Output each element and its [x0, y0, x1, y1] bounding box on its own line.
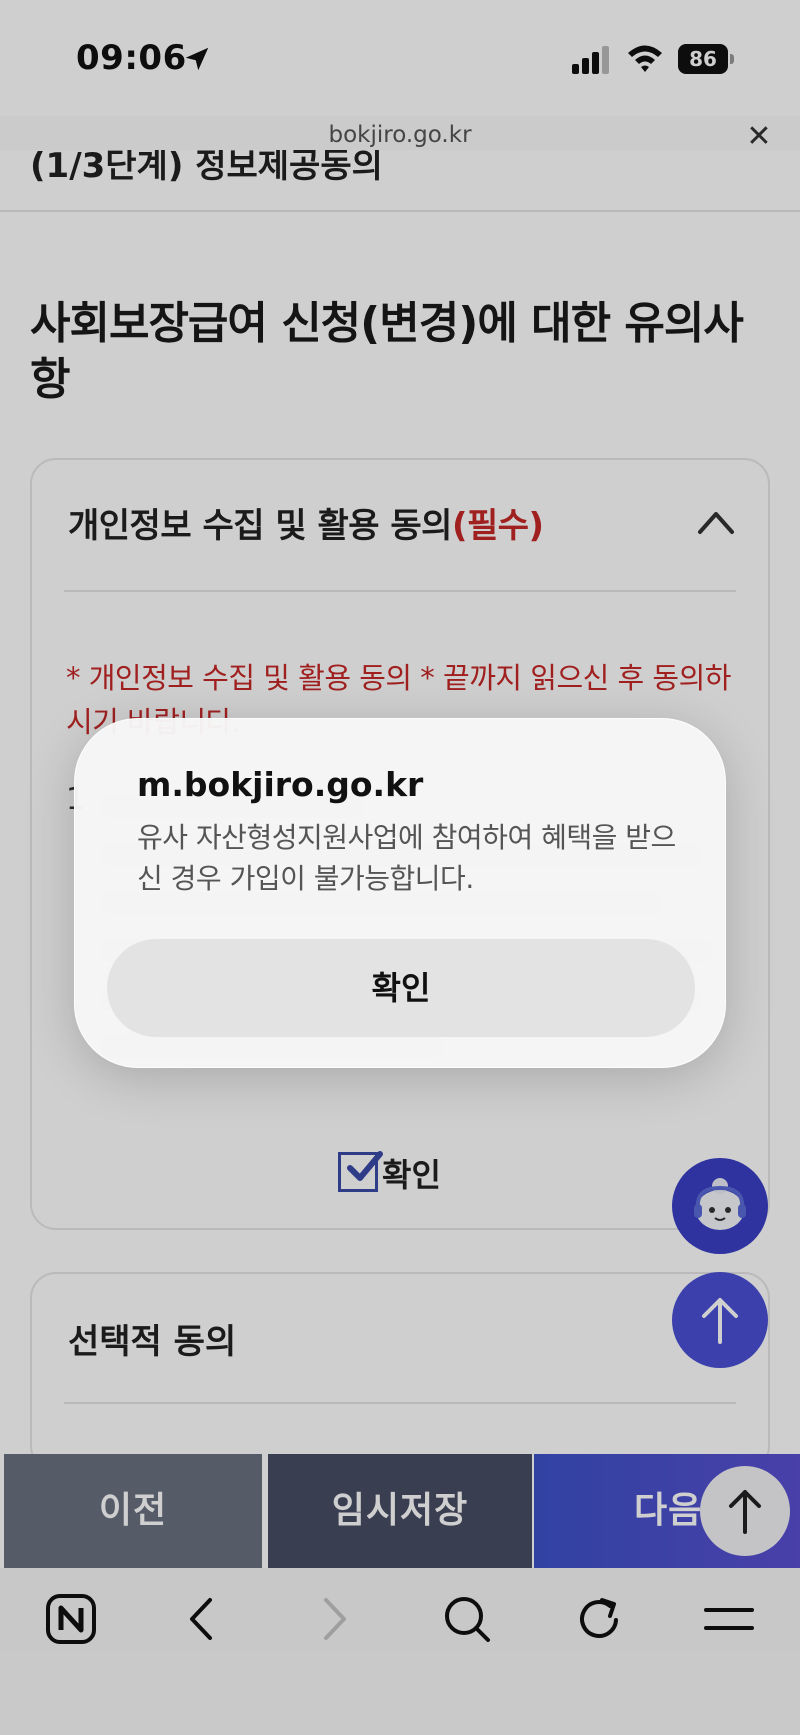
alert-dialog: m.bokjiro.go.kr 유사 자산형성지원사업에 참여하여 혜택을 받으… — [74, 718, 726, 1068]
alert-title: m.bokjiro.go.kr — [137, 765, 424, 804]
alert-ok-button[interactable]: 확인 — [107, 939, 695, 1037]
alert-message: 유사 자산형성지원사업에 참여하여 혜택을 받으신 경우 가입이 불가능합니다. — [137, 821, 676, 895]
